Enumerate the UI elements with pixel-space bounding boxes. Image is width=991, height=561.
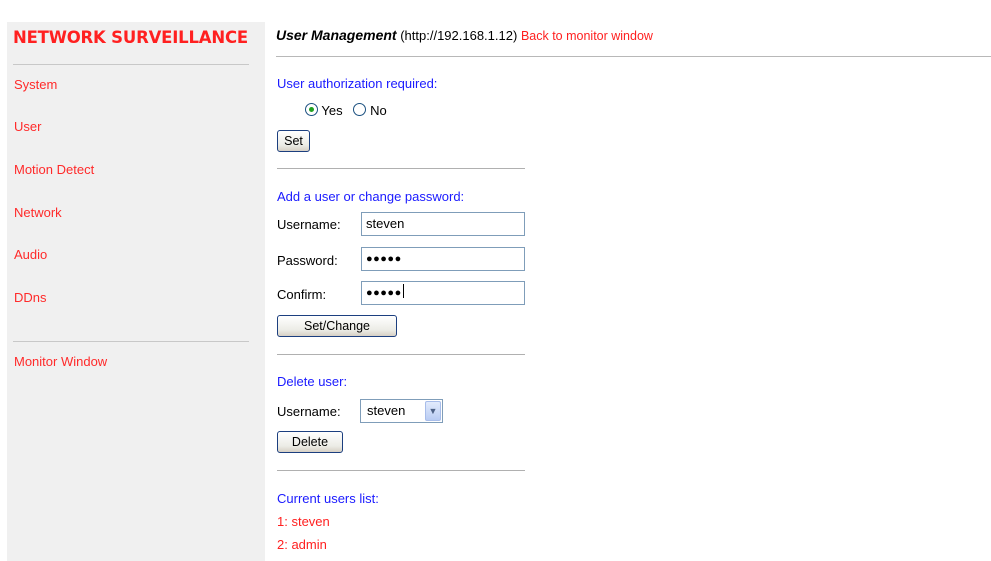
sidebar-item-system[interactable]: System: [14, 77, 57, 92]
auth-no-radio[interactable]: [353, 103, 367, 116]
section-divider: [277, 470, 525, 471]
username-input[interactable]: steven: [361, 212, 525, 236]
auth-no-label: No: [370, 103, 387, 118]
sidebar-item-motion-detect[interactable]: Motion Detect: [14, 162, 94, 177]
sidebar-divider: [13, 64, 249, 65]
delete-button[interactable]: Delete: [277, 431, 343, 453]
auth-radio-group: Yes No: [305, 103, 387, 119]
auth-section-title: User authorization required:: [277, 76, 438, 91]
back-to-monitor-link[interactable]: Back to monitor window: [521, 29, 653, 43]
confirm-label: Confirm:: [277, 287, 327, 302]
password-label: Password:: [277, 253, 338, 268]
set-change-button[interactable]: Set/Change: [277, 315, 397, 337]
confirm-value: ●●●●●: [366, 287, 402, 299]
device-address: (http://192.168.1.12): [400, 28, 518, 43]
sidebar-item-network[interactable]: Network: [14, 205, 62, 220]
sidebar-item-user[interactable]: User: [14, 119, 41, 134]
sidebar-item-audio[interactable]: Audio: [14, 247, 47, 262]
auth-yes-label: Yes: [321, 103, 343, 118]
brand-title: NETWORK SURVEILLANCE: [13, 28, 248, 48]
page-header: User Management (http://192.168.1.12) Ba…: [276, 27, 653, 43]
delete-user-selected-value: steven: [367, 403, 406, 418]
sidebar-item-monitor-window[interactable]: Monitor Window: [14, 354, 107, 369]
auth-set-button[interactable]: Set: [277, 130, 310, 152]
sidebar-divider: [13, 341, 249, 342]
confirm-input[interactable]: ●●●●●: [361, 281, 525, 305]
user-list-item: 1: steven: [277, 514, 330, 529]
add-user-section-title: Add a user or change password:: [277, 189, 465, 204]
users-list-title: Current users list:: [277, 491, 379, 506]
text-cursor: [402, 284, 404, 298]
page-title: User Management: [276, 27, 397, 43]
user-list-item: 2: admin: [277, 537, 327, 552]
header-divider: [276, 56, 991, 57]
chevron-down-icon[interactable]: ▼: [425, 401, 441, 421]
password-input[interactable]: ●●●●●: [361, 247, 525, 271]
sidebar-item-ddns[interactable]: DDns: [14, 290, 47, 305]
section-divider: [277, 168, 525, 169]
delete-username-label: Username:: [277, 404, 341, 419]
delete-user-section-title: Delete user:: [277, 374, 348, 389]
section-divider: [277, 354, 525, 355]
auth-yes-radio[interactable]: [305, 103, 318, 116]
delete-user-select[interactable]: steven ▼: [360, 399, 443, 423]
username-label: Username:: [277, 217, 341, 232]
